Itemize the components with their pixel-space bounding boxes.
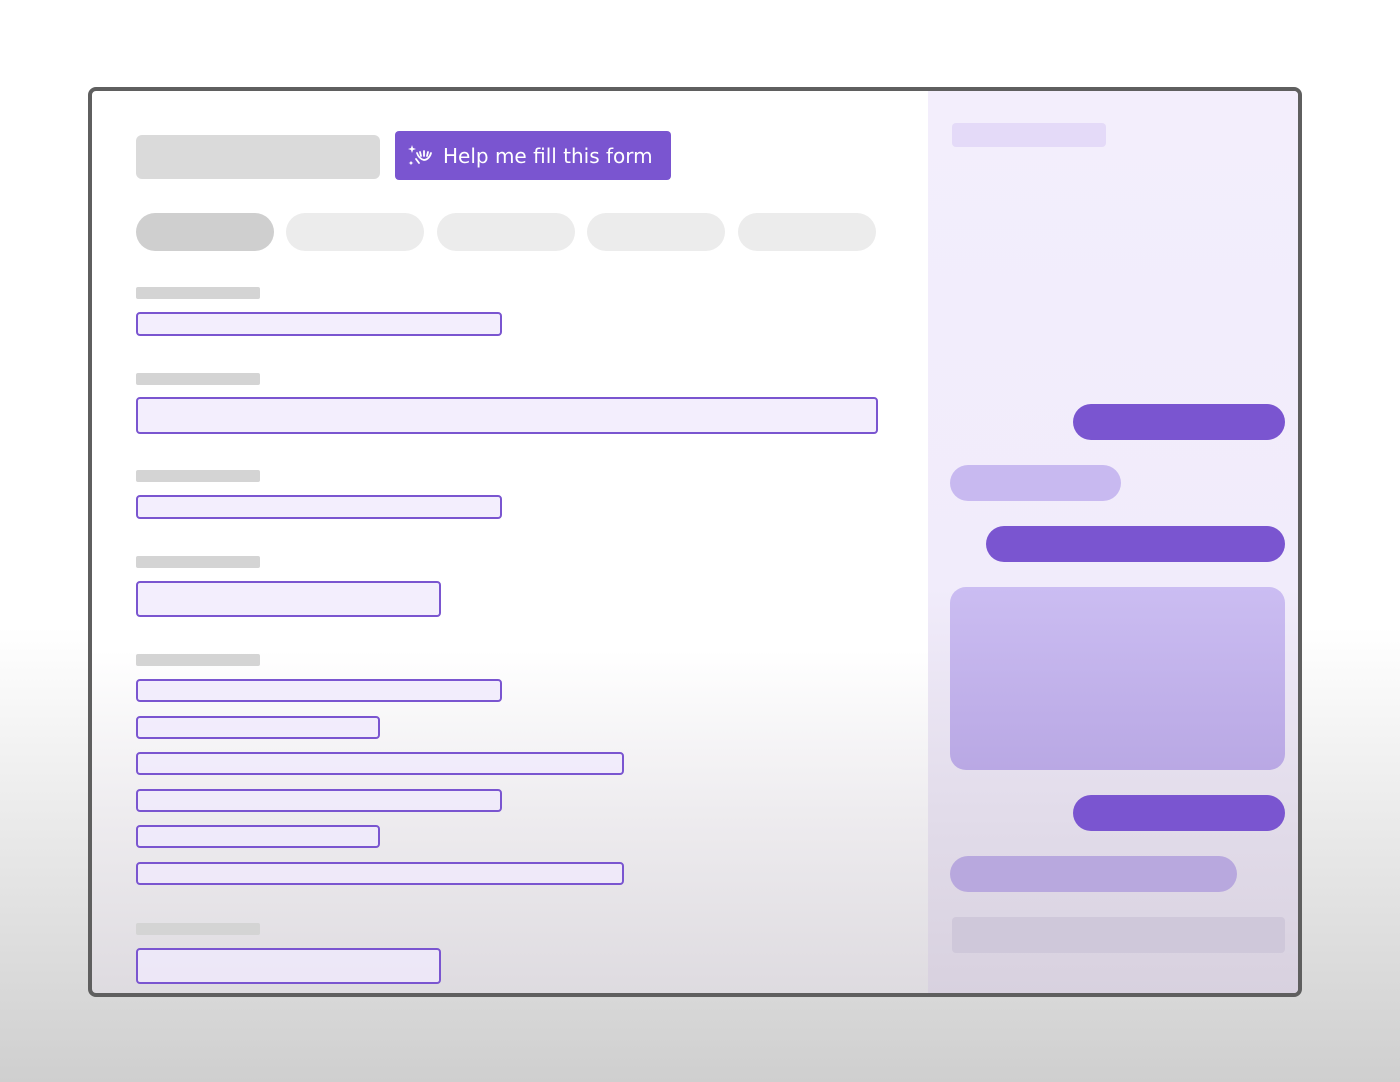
text-field[interactable] <box>136 825 380 848</box>
help-button-label: Help me fill this form <box>443 143 653 168</box>
app-window: Help me fill this form <box>88 87 1302 997</box>
text-field[interactable] <box>136 312 502 336</box>
text-field[interactable] <box>136 789 502 812</box>
text-field[interactable] <box>136 862 624 885</box>
tab-3[interactable] <box>437 213 575 251</box>
assistant-message-bubble <box>950 465 1121 501</box>
panel-header-placeholder <box>952 123 1106 147</box>
assistant-response-card <box>950 587 1285 770</box>
field-label <box>136 470 260 482</box>
text-field[interactable] <box>136 397 878 434</box>
field-label <box>136 556 260 568</box>
field-label <box>136 654 260 666</box>
text-field[interactable] <box>136 948 441 984</box>
text-field[interactable] <box>136 716 380 739</box>
assistant-message-bubble <box>950 856 1237 892</box>
text-field[interactable] <box>136 752 624 775</box>
tab-4[interactable] <box>587 213 725 251</box>
form-title-placeholder <box>136 135 380 179</box>
chat-input[interactable] <box>952 917 1285 953</box>
user-message-bubble <box>1073 404 1285 440</box>
sparkle-hand-icon <box>408 144 432 165</box>
help-me-fill-form-button[interactable]: Help me fill this form <box>395 131 671 180</box>
field-label <box>136 373 260 385</box>
field-label <box>136 287 260 299</box>
text-field[interactable] <box>136 581 441 617</box>
tab-2[interactable] <box>286 213 424 251</box>
tab-5[interactable] <box>738 213 876 251</box>
user-message-bubble <box>986 526 1285 562</box>
text-field[interactable] <box>136 495 502 519</box>
tab-1[interactable] <box>136 213 274 251</box>
text-field[interactable] <box>136 679 502 702</box>
user-message-bubble <box>1073 795 1285 831</box>
field-label <box>136 923 260 935</box>
